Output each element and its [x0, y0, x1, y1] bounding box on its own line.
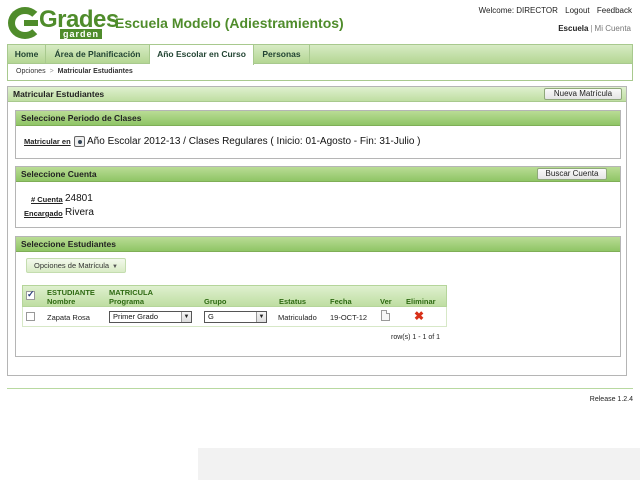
tab-personas[interactable]: Personas	[254, 45, 310, 64]
periodo-region-header: Seleccione Periodo de Clases	[16, 111, 620, 126]
matricular-en-label: Matricular en	[24, 137, 71, 146]
encargado-value: Rivera	[65, 207, 94, 218]
school-link[interactable]: Escuela	[558, 24, 588, 33]
school-name: Escuela Modelo (Adiestramientos)	[115, 15, 344, 31]
programa-value: Primer Grado	[113, 312, 159, 321]
tab-planificacion[interactable]: Área de Planificación	[46, 45, 150, 64]
cuenta-region-header: Seleccione Cuenta Buscar Cuenta	[16, 167, 620, 182]
breadcrumb-arrow-icon: >	[49, 68, 54, 75]
gradesgarden-logo[interactable]: Grades garden	[8, 6, 119, 40]
select-all-checkbox[interactable]	[26, 289, 35, 300]
chevron-down-icon: ▼	[112, 264, 118, 270]
estudiantes-region: Seleccione Estudiantes Opciones de Matrí…	[15, 236, 621, 357]
opciones-matricula-label: Opciones de Matrícula	[34, 261, 110, 270]
cuenta-value: 24801	[65, 193, 93, 204]
cuenta-region: Seleccione Cuenta Buscar Cuenta # Cuenta…	[15, 166, 621, 228]
buscar-cuenta-button[interactable]: Buscar Cuenta	[537, 168, 607, 180]
release-label: Release 1.2.4	[589, 396, 633, 403]
top-links: Welcome: DIRECTOR Logout Feedback	[474, 6, 632, 15]
tab-bar: Home Área de Planificación Año Escolar e…	[8, 45, 632, 65]
logo-sub: garden	[60, 29, 103, 39]
logout-link[interactable]: Logout	[565, 6, 589, 15]
chevron-down-icon: ▼	[181, 312, 191, 322]
cuenta-title: Seleccione Cuenta	[21, 169, 97, 179]
delete-x-icon[interactable]: ✖	[414, 310, 424, 322]
account-link[interactable]: Mi Cuenta	[595, 24, 631, 33]
grupo-select[interactable]: G ▼	[204, 311, 267, 323]
grupo-value: G	[208, 312, 214, 321]
document-icon[interactable]	[381, 310, 390, 321]
feedback-link[interactable]: Feedback	[597, 6, 632, 15]
col-matricula: MATRICULA Programa	[109, 288, 154, 306]
col-estatus: Estatus	[279, 297, 307, 306]
col-eliminar: Eliminar	[406, 297, 436, 306]
breadcrumb: Opciones > Matricular Estudiantes	[16, 68, 133, 75]
chevron-down-icon: ▼	[256, 312, 266, 322]
col-ver: Ver	[380, 297, 392, 306]
welcome-text: Welcome: DIRECTOR	[478, 6, 558, 15]
programa-select[interactable]: Primer Grado ▼	[109, 311, 192, 323]
main-nav: Home Área de Planificación Año Escolar e…	[7, 44, 633, 81]
panel-header: Matricular Estudiantes Nueva Matrícula	[8, 87, 626, 102]
student-name: Zapata Rosa	[47, 313, 90, 322]
panel-title: Matricular Estudiantes	[13, 89, 105, 99]
estatus-value: Matriculado	[278, 313, 317, 322]
tab-ano-escolar[interactable]: Año Escolar en Curso	[150, 45, 254, 65]
col-fecha: Fecha	[330, 297, 352, 306]
col-grupo: Grupo	[204, 297, 227, 306]
estudiantes-title: Seleccione Estudiantes	[21, 239, 116, 249]
school-links: Escuela | Mi Cuenta	[558, 24, 631, 33]
col-estudiante: ESTUDIANTE Nombre	[47, 288, 95, 306]
nueva-matricula-button[interactable]: Nueva Matrícula	[544, 88, 622, 100]
pager: row(s) 1 - 1 of 1	[391, 334, 441, 341]
periodo-title: Seleccione Periodo de Clases	[21, 113, 142, 123]
footer-divider	[7, 388, 633, 389]
link-separator: |	[590, 24, 593, 33]
opciones-matricula-button[interactable]: Opciones de Matrícula ▼	[26, 258, 126, 273]
breadcrumb-parent[interactable]: Opciones	[16, 68, 46, 75]
table-row: Zapata Rosa Primer Grado ▼ G ▼ Matricula…	[22, 307, 447, 327]
tab-home[interactable]: Home	[8, 45, 46, 64]
periodo-region: Seleccione Periodo de Clases Matricular …	[15, 110, 621, 159]
encargado-label: Encargado	[24, 209, 63, 218]
page: Grades garden Escuela Modelo (Adiestrami…	[0, 0, 640, 448]
bottom-fill	[0, 448, 198, 480]
periodo-radio[interactable]	[74, 136, 85, 147]
cuenta-label: # Cuenta	[31, 195, 63, 204]
breadcrumb-current: Matricular Estudiantes	[57, 68, 133, 75]
table-header: ESTUDIANTENombre MATRICULAPrograma Grupo…	[22, 285, 447, 307]
fecha-value: 19-OCT-12	[330, 313, 368, 322]
periodo-value: Año Escolar 2012-13 / Clases Regulares (…	[87, 136, 421, 147]
row-checkbox[interactable]	[26, 312, 35, 321]
matricular-panel: Matricular Estudiantes Nueva Matrícula S…	[7, 86, 627, 376]
estudiantes-region-header: Seleccione Estudiantes	[16, 237, 620, 252]
